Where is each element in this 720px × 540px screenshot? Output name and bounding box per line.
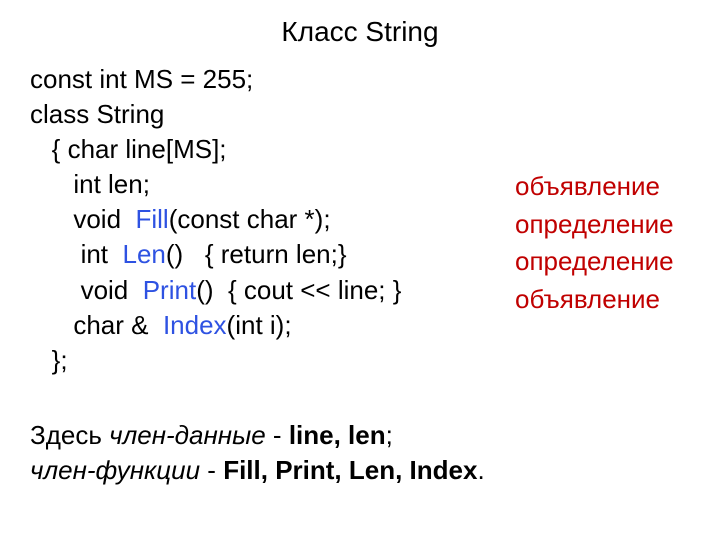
footer-semi: ;	[386, 420, 393, 450]
code-line-3: { char line[MS];	[30, 134, 227, 164]
footer-members-list: line, len	[289, 420, 386, 450]
slide-title: Класс String	[0, 16, 720, 48]
code-line-6-post: () { return len;}	[166, 239, 347, 269]
code-line-7-post: () { cout << line; }	[196, 275, 401, 305]
footer-dash-1: -	[266, 420, 289, 450]
code-line-8-pre: char &	[30, 310, 163, 340]
footer-text: Здесь член-данные - line, len; член-функ…	[30, 418, 485, 488]
annotation-definition: определение	[515, 206, 674, 244]
footer-functions-list: Fill, Print, Len, Index	[223, 455, 477, 485]
code-line-8-post: (int i);	[227, 310, 292, 340]
footer-line-2: член-функции - Fill, Print, Len, Index.	[30, 453, 485, 488]
footer-term-members: член-данные	[109, 420, 266, 450]
method-index: Index	[163, 310, 227, 340]
code-line-1: const int MS = 255;	[30, 64, 253, 94]
code-line-6-pre: int	[30, 239, 122, 269]
annotation-declaration: объявление	[515, 168, 674, 206]
annotation-definition-2: определение	[515, 243, 674, 281]
method-print: Print	[143, 275, 196, 305]
code-line-9: };	[30, 345, 68, 375]
code-line-2: class String	[30, 99, 164, 129]
footer-term-functions: член-функции	[30, 455, 200, 485]
code-line-4: int len;	[30, 169, 150, 199]
annotations-block: объявление определение определение объяв…	[515, 168, 674, 319]
method-len: Len	[122, 239, 165, 269]
annotation-declaration-2: объявление	[515, 281, 674, 319]
code-line-5-post: (const char *);	[169, 204, 331, 234]
footer-line-1: Здесь член-данные - line, len;	[30, 418, 485, 453]
footer-period: .	[477, 455, 484, 485]
code-block: const int MS = 255; class String { char …	[30, 62, 401, 378]
code-line-7-pre: void	[30, 275, 143, 305]
method-fill: Fill	[136, 204, 169, 234]
code-line-5-pre: void	[30, 204, 136, 234]
footer-text-here: Здесь	[30, 420, 109, 450]
footer-dash-2: -	[200, 455, 223, 485]
